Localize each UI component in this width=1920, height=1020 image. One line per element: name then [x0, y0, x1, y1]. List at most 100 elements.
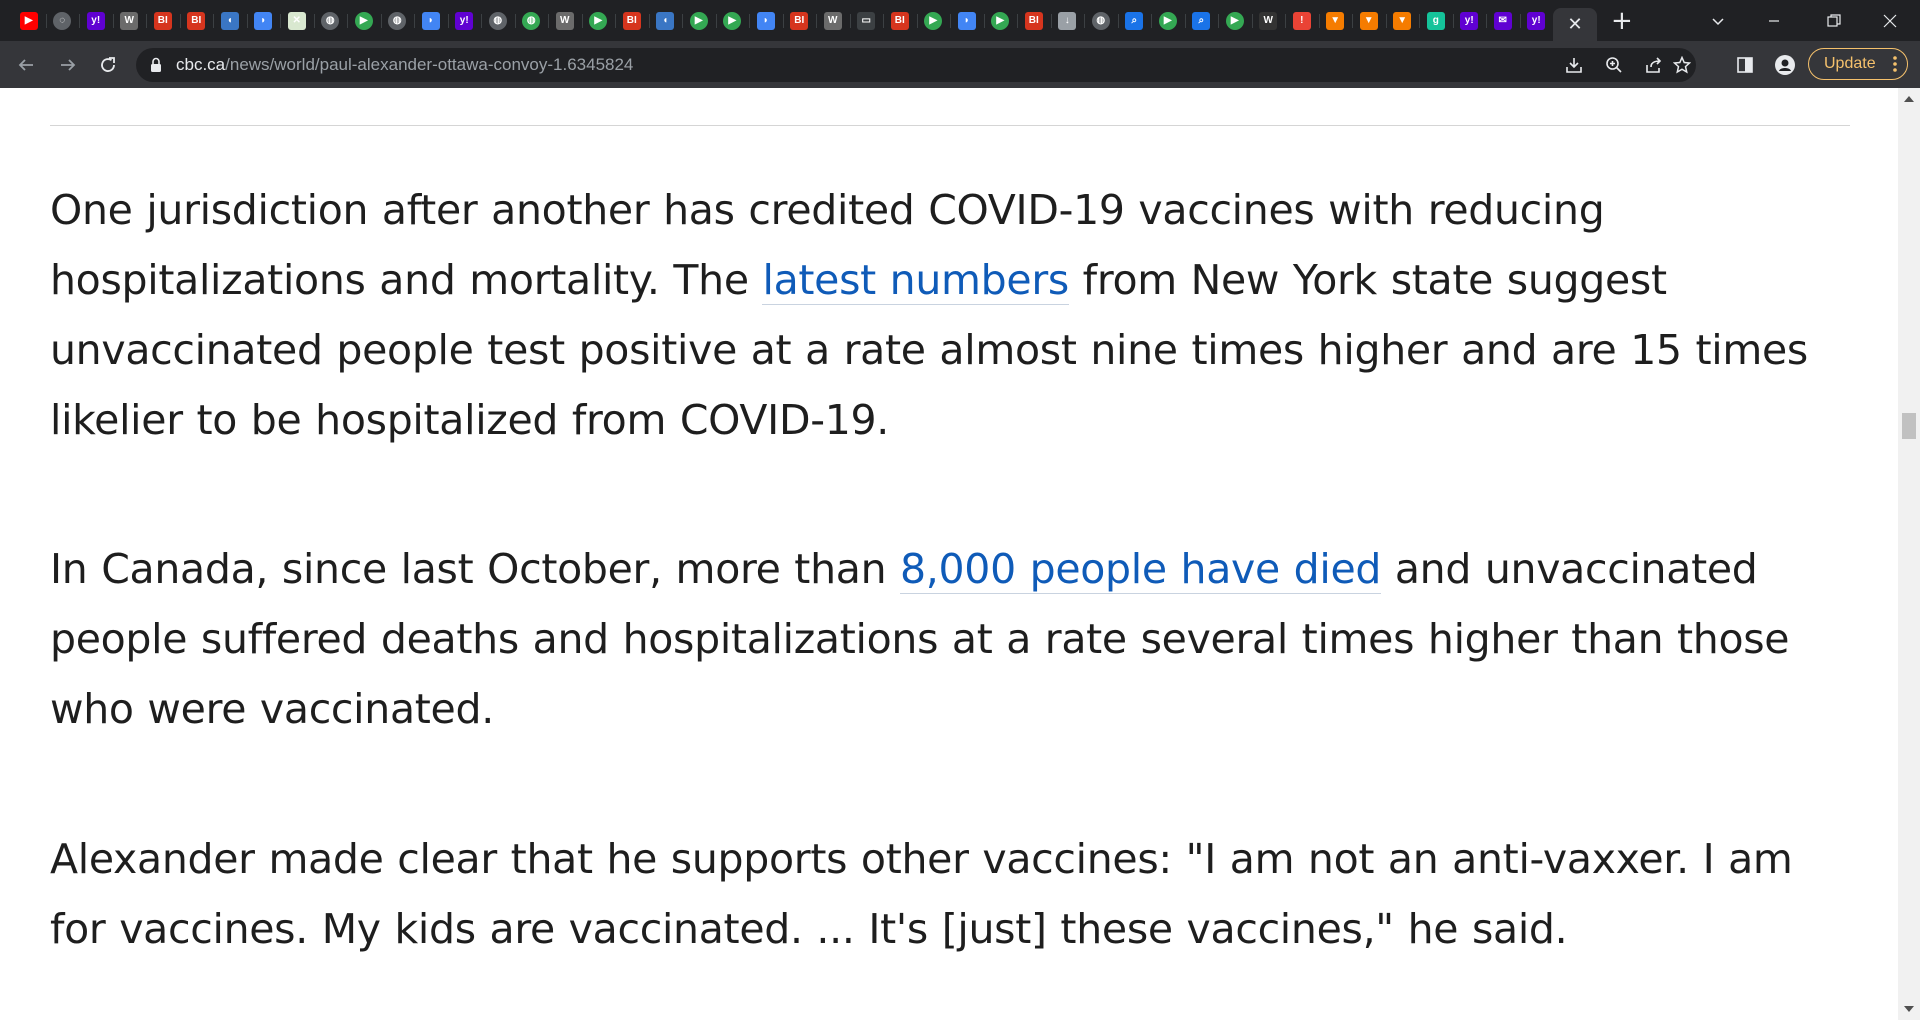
- browser-tab[interactable]: ▶: [715, 8, 750, 34]
- flag-icon: ◗: [957, 12, 976, 30]
- scroll-up-arrow-icon[interactable]: [1904, 96, 1914, 102]
- reload-icon: [101, 57, 115, 72]
- wsj-icon: W: [120, 12, 139, 30]
- browser-tab[interactable]: ◖: [213, 8, 247, 34]
- wsj-icon: W: [555, 12, 574, 30]
- reload-button[interactable]: [92, 49, 124, 81]
- url-text[interactable]: cbc.ca/news/world/paul-alexander-ottawa-…: [176, 48, 633, 82]
- browser-tab[interactable]: BI: [146, 8, 180, 34]
- browser-tab[interactable]: ▭: [849, 8, 884, 34]
- browser-tab[interactable]: ▶: [916, 8, 951, 34]
- yahoo-icon: y!: [1527, 12, 1546, 30]
- document-icon: ▭: [857, 12, 876, 30]
- play-icon: ▶: [723, 12, 742, 30]
- browser-tab[interactable]: ◍: [380, 8, 415, 34]
- browser-tab[interactable]: ◖: [648, 8, 683, 34]
- business-insider-icon: BI: [187, 12, 206, 30]
- browser-tab[interactable]: ◗: [246, 8, 281, 34]
- lock-icon[interactable]: [150, 57, 162, 73]
- install-app-icon[interactable]: [1564, 55, 1584, 75]
- browser-tab[interactable]: ▼: [1318, 8, 1353, 34]
- url-path: /news/world/paul-alexander-ottawa-convoy…: [225, 55, 634, 74]
- profile-avatar-icon[interactable]: [1774, 54, 1796, 76]
- wsj-icon: W: [1259, 12, 1278, 30]
- browser-tab[interactable]: ▶: [682, 8, 716, 34]
- browser-tab[interactable]: ▶: [12, 8, 46, 34]
- zoom-icon[interactable]: [1604, 55, 1624, 75]
- browser-tab[interactable]: BI: [615, 8, 649, 34]
- flag-icon: ◗: [756, 12, 775, 30]
- browser-tab[interactable]: W: [112, 8, 147, 34]
- close-window-button[interactable]: [1862, 0, 1918, 41]
- scrollbar-thumb[interactable]: [1902, 413, 1916, 439]
- deaths-link[interactable]: 8,000 people have died: [900, 545, 1381, 594]
- browser-tab[interactable]: ▼: [1352, 8, 1386, 34]
- browser-tab[interactable]: W: [548, 8, 582, 34]
- browser-tab[interactable]: ◍: [1084, 8, 1118, 34]
- active-tab[interactable]: ✕: [1553, 8, 1597, 41]
- close-icon[interactable]: ✕: [1567, 14, 1582, 35]
- update-button[interactable]: Update: [1808, 48, 1908, 80]
- back-button[interactable]: [10, 49, 42, 81]
- browser-tab[interactable]: W: [1251, 8, 1286, 34]
- business-insider-icon: BI: [790, 12, 809, 30]
- browser-tab[interactable]: ▶: [983, 8, 1018, 34]
- browser-toolbar: cbc.ca/news/world/paul-alexander-ottawa-…: [0, 41, 1920, 89]
- browser-tab[interactable]: ◍: [313, 8, 348, 34]
- browser-tab[interactable]: ✉: [1486, 8, 1520, 34]
- business-insider-icon: BI: [622, 12, 641, 30]
- yahoo-icon: y!: [1460, 12, 1479, 30]
- restore-button[interactable]: [1806, 0, 1862, 41]
- browser-tab[interactable]: ◗: [950, 8, 984, 34]
- browser-tab[interactable]: ◍: [481, 8, 515, 34]
- browser-tab[interactable]: BI: [1017, 8, 1051, 34]
- browser-tab[interactable]: ▶: [581, 8, 616, 34]
- shield-globe-icon: ◌: [53, 12, 72, 30]
- new-tab-button[interactable]: +: [1611, 8, 1633, 34]
- browser-tab[interactable]: ◌: [45, 8, 80, 34]
- browser-tab[interactable]: BI: [883, 8, 917, 34]
- browser-tab[interactable]: BI: [782, 8, 817, 34]
- browser-tab[interactable]: ◍: [514, 8, 549, 34]
- business-insider-icon: BI: [153, 12, 172, 30]
- article-paragraph-1: One jurisdiction after another has credi…: [50, 175, 1850, 455]
- search-icon: ⌕: [1192, 12, 1211, 30]
- bookmark-icon: ▼: [1393, 12, 1412, 30]
- browser-tab[interactable]: y!: [447, 8, 482, 34]
- business-insider-icon: BI: [1024, 12, 1043, 30]
- forward-button[interactable]: [52, 49, 84, 81]
- browser-tab[interactable]: y!: [1519, 8, 1554, 34]
- browser-tab[interactable]: ▼: [1385, 8, 1420, 34]
- browser-tab[interactable]: ↓: [1050, 8, 1085, 34]
- tab-list: ▶ ◌ y! W BI BI ◖ ◗ ✕ ◍ ▶ ◍ ◗ y! ◍ ◍ W ▶ BI ◖ ▶ ▶ ◗ BI W ▭ BI ▶ ◗ ▶ BI ↓…: [12, 8, 1633, 41]
- browser-tab[interactable]: ▶: [1218, 8, 1252, 34]
- vertical-scrollbar[interactable]: [1898, 88, 1920, 1020]
- latest-numbers-link[interactable]: latest numbers: [762, 256, 1069, 305]
- flag-icon: ◗: [254, 12, 273, 30]
- scroll-down-arrow-icon[interactable]: [1904, 1006, 1914, 1012]
- browser-tab[interactable]: ◗: [749, 8, 783, 34]
- browser-tab[interactable]: y!: [79, 8, 113, 34]
- address-bar[interactable]: cbc.ca/news/world/paul-alexander-ottawa-…: [136, 48, 1696, 82]
- browser-tab[interactable]: ✕: [280, 8, 314, 34]
- browser-tab[interactable]: y!: [1452, 8, 1487, 34]
- business-insider-icon: BI: [890, 12, 909, 30]
- browser-tab[interactable]: !: [1285, 8, 1319, 34]
- globe-icon: ◍: [522, 12, 541, 30]
- side-panel-icon[interactable]: [1734, 54, 1756, 76]
- browser-tab[interactable]: ◗: [414, 8, 448, 34]
- browser-tab[interactable]: ⌕: [1117, 8, 1152, 34]
- browser-tab[interactable]: ▶: [1151, 8, 1185, 34]
- browser-tab[interactable]: ▶: [347, 8, 381, 34]
- tab-search-chevron-down-icon[interactable]: [1690, 0, 1746, 41]
- browser-tab[interactable]: W: [816, 8, 850, 34]
- minimize-button[interactable]: [1746, 0, 1802, 41]
- search-icon: ⌕: [1125, 12, 1144, 30]
- browser-tab[interactable]: ⌕: [1184, 8, 1219, 34]
- bookmark-star-icon[interactable]: [1672, 55, 1692, 75]
- share-icon[interactable]: [1644, 55, 1664, 75]
- update-label: Update: [1824, 55, 1876, 72]
- browser-tab[interactable]: BI: [179, 8, 214, 34]
- browser-tab[interactable]: g: [1419, 8, 1453, 34]
- play-icon: ▶: [991, 12, 1010, 30]
